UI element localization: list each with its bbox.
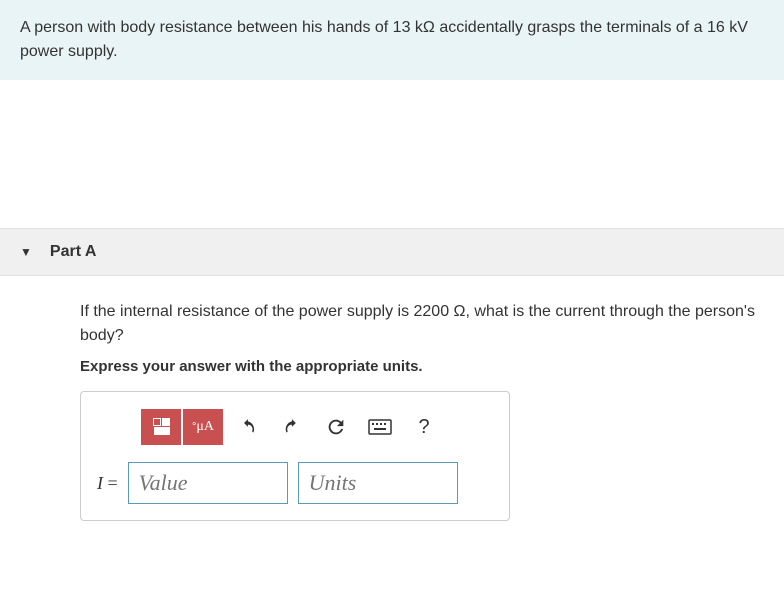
reset-icon — [325, 416, 347, 438]
fraction-exponent-button[interactable] — [141, 409, 181, 445]
problem-unit-v: kV — [729, 19, 748, 36]
keyboard-icon — [368, 419, 392, 435]
units-input[interactable] — [298, 462, 458, 504]
undo-icon — [237, 416, 259, 438]
undo-button[interactable] — [229, 408, 267, 446]
toolbar: ° μA ? — [97, 408, 493, 446]
part-header[interactable]: ▼ Part A — [0, 228, 784, 276]
reset-button[interactable] — [317, 408, 355, 446]
variable-label: I = — [97, 473, 118, 494]
keyboard-button[interactable] — [361, 408, 399, 446]
collapse-caret-icon[interactable]: ▼ — [20, 245, 32, 259]
units-format-label: μA — [196, 419, 214, 435]
question-text: If the internal resistance of the power … — [80, 300, 764, 348]
math-button-group: ° μA — [141, 409, 223, 445]
help-label: ? — [418, 416, 429, 439]
problem-unit-r: kΩ — [415, 19, 435, 36]
question-unit: Ω — [454, 303, 466, 320]
problem-text-3: power supply. — [20, 43, 118, 60]
help-button[interactable]: ? — [405, 408, 443, 446]
answer-box: ° μA ? — [80, 391, 510, 521]
problem-text-2: accidentally grasps the terminals of a 1… — [435, 19, 729, 36]
spacer — [0, 80, 784, 228]
answer-row: I = — [97, 462, 493, 504]
redo-button[interactable] — [273, 408, 311, 446]
value-input[interactable] — [128, 462, 288, 504]
units-format-button[interactable]: ° μA — [183, 409, 223, 445]
instruction-text: Express your answer with the appropriate… — [80, 358, 764, 375]
equals-sign: = — [103, 473, 118, 493]
problem-statement: A person with body resistance between hi… — [0, 0, 784, 80]
part-body: If the internal resistance of the power … — [0, 276, 784, 541]
redo-icon — [281, 416, 303, 438]
question-before: If the internal resistance of the power … — [80, 303, 454, 320]
part-title: Part A — [50, 243, 97, 261]
problem-text-1: A person with body resistance between hi… — [20, 19, 415, 36]
